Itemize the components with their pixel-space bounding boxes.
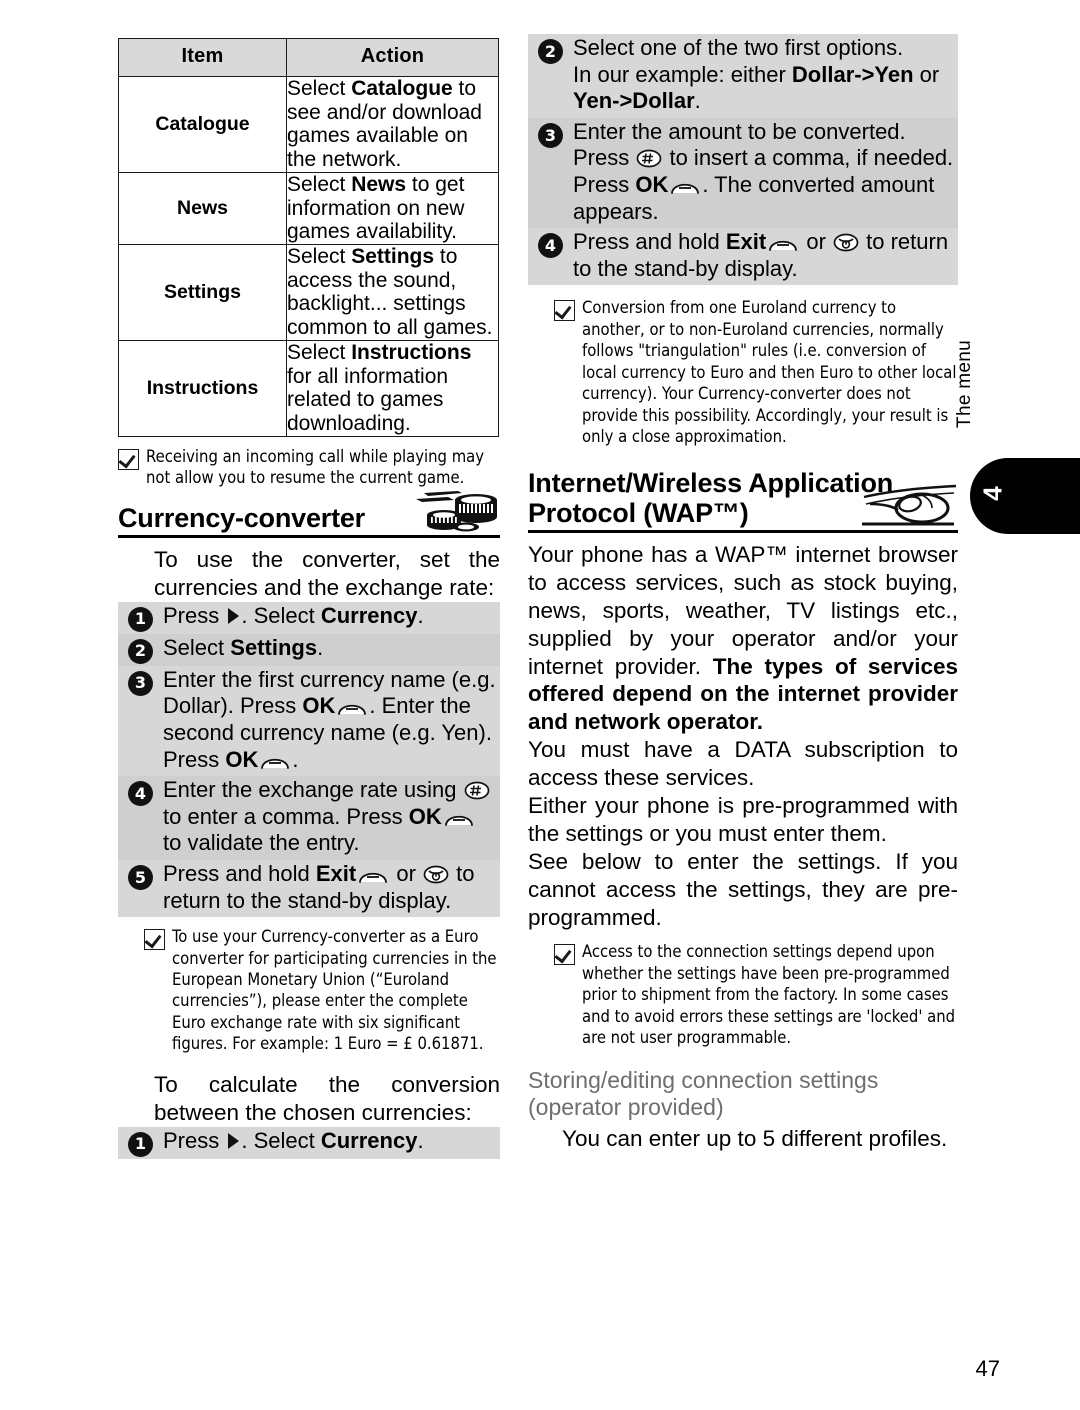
page-number: 47	[975, 1356, 1000, 1381]
table-header-item: Item	[118, 38, 287, 77]
hash-key-icon	[464, 780, 490, 800]
soft-key-icon	[337, 700, 367, 716]
step-item: 1 Press . Select Currency.	[118, 601, 500, 634]
step-number: 1	[128, 1131, 153, 1157]
heading-wap: Internet/Wireless Application Protocol (…	[528, 468, 958, 534]
note-incoming-call: Receiving an incoming call while playing…	[118, 446, 500, 489]
table-cell-item: Instructions	[118, 339, 287, 437]
step-number: 4	[538, 233, 563, 259]
nav-right-arrow-icon	[228, 1132, 240, 1149]
note-connection-settings-access: Access to the connection settings depend…	[554, 941, 958, 1048]
step-text: Press . Select Currency.	[163, 1127, 424, 1153]
step-text: Press . Select Currency.	[163, 602, 424, 628]
step-number: 2	[538, 39, 563, 64]
table-row: Settings Select Settings to access the so…	[118, 244, 499, 341]
left-column: Item Action Catalogue Select Catalogue to…	[118, 38, 500, 1159]
power-key-icon	[423, 864, 449, 884]
heading-currency-converter: Currency-converter	[118, 490, 500, 538]
table-cell-item: Catalogue	[118, 76, 287, 173]
step-number: 5	[128, 864, 153, 890]
table-row: News Select News to get information on ne…	[118, 171, 499, 246]
table-cell-action: Select Catalogue to see and/or download …	[286, 76, 499, 173]
table-cell-action: Select News to get information on new ga…	[286, 171, 499, 246]
step-item: 1 Press . Select Currency.	[118, 1126, 500, 1159]
computer-mouse-icon	[862, 484, 958, 528]
step-item: 3 Enter the amount to be converted. Press…	[528, 117, 958, 229]
step-number: 4	[128, 781, 153, 807]
table-row: Catalogue Select Catalogue to see and/or …	[118, 76, 499, 173]
chapter-tab-number: 4	[977, 486, 1008, 501]
step-item: 4 Press and hold Exit or to return to the…	[528, 228, 958, 286]
table-cell-item: News	[118, 171, 287, 246]
table-cell-action: Select Instructions for all information …	[286, 339, 499, 437]
right-column: 2 Select one of the two first options. In …	[528, 34, 958, 1153]
soft-key-icon	[768, 236, 798, 252]
step-text: Enter the first currency name (e.g. Doll…	[163, 666, 496, 772]
side-tab-group: The menu 4	[954, 336, 1080, 556]
manual-page: Item Action Catalogue Select Catalogue to…	[0, 0, 1080, 1410]
checkmark-icon	[554, 300, 575, 322]
note-euro-converter: To use your Currency-converter as a Euro…	[144, 926, 500, 1055]
wap-paragraph-4: See below to enter the settings. If you …	[528, 848, 958, 930]
calculate-intro-paragraph: To calculate the conversion between the …	[154, 1071, 500, 1125]
soft-key-icon	[444, 811, 474, 826]
nav-right-arrow-icon	[228, 607, 240, 624]
table-row: Instructions Select Instructions for all …	[118, 339, 499, 437]
checkmark-icon	[118, 448, 139, 470]
soft-key-icon	[358, 868, 388, 883]
wap-paragraph-3: Either your phone is pre-programmed with…	[528, 793, 958, 846]
table-header-action: Action	[286, 38, 499, 77]
hash-key-icon	[636, 148, 662, 168]
step-text: Enter the amount to be converted. Press …	[573, 118, 954, 224]
soft-key-icon	[670, 179, 700, 194]
step-number: 1	[128, 606, 153, 632]
checkmark-icon	[144, 929, 165, 951]
step-text: Press and hold Exit or to return to the …	[573, 229, 949, 281]
step-item: 4 Enter the exchange rate using to enter …	[118, 776, 500, 860]
currency-setup-steps: 1 Press . Select Currency. 2 Select Setting…	[118, 601, 500, 918]
currency-intro-paragraph: To use the converter, set the currencies…	[154, 546, 500, 600]
step-item: 5 Press and hold Exit or to return to the…	[118, 859, 500, 918]
power-key-icon	[833, 232, 859, 252]
step-item: 3 Enter the first currency name (e.g. Dol…	[118, 665, 500, 777]
step-text: Enter the exchange rate using to enter a…	[163, 777, 496, 858]
note-triangulation: Conversion from one Euroland currency to…	[554, 297, 958, 447]
wap-paragraph-2: You must have a DATA subscription to acc…	[528, 737, 958, 791]
step-number: 2	[128, 638, 153, 664]
games-menu-table: Item Action Catalogue Select Catalogue to…	[118, 38, 499, 437]
table-header-row: Item Action	[118, 38, 499, 77]
profiles-paragraph: You can enter up to 5 different profiles…	[562, 1125, 948, 1151]
chapter-tab: 4	[970, 458, 1080, 534]
wap-paragraph-1: Your phone has a WAP™ internet browser t…	[528, 541, 958, 736]
coins-stack-icon	[414, 487, 506, 533]
side-tab-label: The menu	[954, 340, 975, 428]
step-item: 2 Select Settings.	[118, 633, 500, 666]
step-text: Select one of the two first options. In o…	[573, 35, 940, 114]
step-number: 3	[538, 122, 563, 148]
step-item: 2 Select one of the two first options. In …	[528, 34, 958, 118]
currency-calculate-steps-continued: 2 Select one of the two first options. In …	[528, 34, 958, 286]
step-text: Select Settings.	[163, 634, 324, 660]
checkmark-icon	[554, 944, 575, 966]
step-text: Press and hold Exit or to return to the …	[163, 860, 475, 913]
heading-storing-editing: Storing/editing connection settings (ope…	[528, 1066, 879, 1120]
table-cell-action: Select Settings to access the sound, bac…	[286, 244, 499, 341]
currency-calculate-steps: 1 Press . Select Currency.	[118, 1126, 500, 1159]
soft-key-icon	[260, 754, 290, 769]
table-cell-item: Settings	[118, 244, 287, 341]
step-number: 3	[128, 670, 153, 696]
